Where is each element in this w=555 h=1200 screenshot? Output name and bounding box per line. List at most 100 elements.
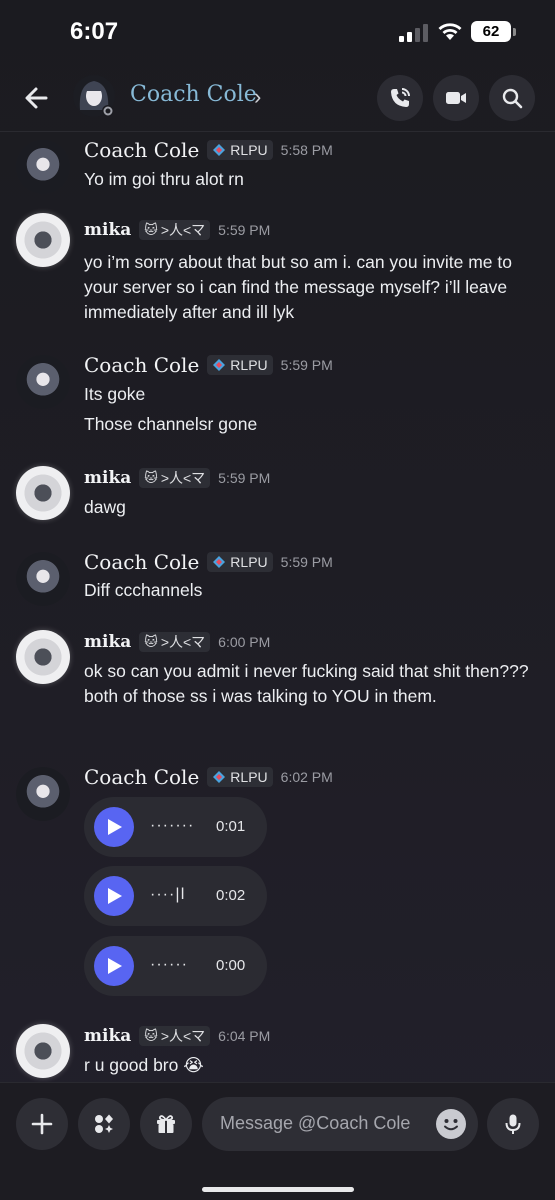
timestamp: 6:00 PM [218, 634, 271, 650]
status-bar: 6:07 62 [0, 0, 555, 64]
apps-icon [95, 1114, 113, 1133]
cat-icon: 🐱 [144, 1028, 158, 1043]
timestamp: 5:59 PM [280, 357, 333, 373]
guild-tag-label: >人<マ [160, 470, 206, 486]
header-avatar[interactable] [72, 74, 116, 118]
message-text[interactable]: ok so can you admit i never fucking said… [84, 659, 539, 709]
message-input-placeholder: Message @Coach Cole [220, 1113, 411, 1133]
cat-icon: 🐱 [144, 634, 158, 649]
emoji-button[interactable] [436, 1109, 466, 1139]
waveform[interactable]: ····|ǀ [150, 886, 186, 906]
guild-tag[interactable]: RLPU [207, 140, 273, 160]
message-text[interactable]: r u good bro 😭 [84, 1053, 539, 1078]
play-icon [108, 958, 122, 974]
message-input[interactable]: Message @Coach Cole [202, 1097, 478, 1151]
microphone-icon [505, 1114, 521, 1134]
timestamp: 5:59 PM [218, 222, 271, 238]
message-text[interactable]: Its goke [84, 382, 539, 407]
emoji-icon [444, 1119, 458, 1131]
guild-tag[interactable]: RLPU [207, 355, 273, 375]
timestamp: 5:59 PM [280, 554, 333, 570]
avatar[interactable] [16, 552, 70, 606]
voice-duration: 0:01 [216, 818, 246, 835]
voice-duration: 0:02 [216, 887, 246, 904]
message-text[interactable]: Those channelsr gone [84, 412, 539, 437]
waveform[interactable]: ······· [150, 817, 194, 837]
avatar[interactable] [16, 466, 70, 520]
guild-tag-label: >人<マ [160, 1028, 206, 1044]
avatar[interactable] [16, 140, 70, 194]
call-icon [391, 88, 410, 107]
apps-button[interactable] [78, 1098, 130, 1150]
guild-tag-label: >人<マ [160, 222, 206, 238]
call-button[interactable] [377, 75, 423, 121]
add-attachment-button[interactable] [16, 1098, 68, 1150]
message-author[interactable]: mika [84, 1026, 131, 1046]
avatar[interactable] [16, 767, 70, 821]
plus-icon [31, 1113, 53, 1135]
guild-tag[interactable]: 🐱 >人<マ [139, 1026, 211, 1046]
search-button[interactable] [489, 75, 535, 121]
search-icon [502, 88, 523, 109]
voice-duration: 0:00 [216, 957, 246, 974]
rl-logo-icon [213, 144, 226, 156]
guild-tag[interactable]: RLPU [207, 767, 273, 787]
guild-tag[interactable]: 🐱 >人<マ [139, 468, 211, 488]
guild-tag[interactable]: 🐱 >人<マ [139, 220, 211, 240]
message-text[interactable]: dawg [84, 495, 539, 520]
voice-record-button[interactable] [487, 1098, 539, 1150]
timestamp: 6:04 PM [218, 1028, 271, 1044]
message-text[interactable]: Yo im goi thru alot rn [84, 167, 539, 192]
avatar[interactable] [16, 213, 70, 267]
message-author[interactable]: Coach Cole [84, 353, 199, 377]
conversation-title[interactable]: Coach Cole [130, 82, 257, 107]
message-author[interactable]: Coach Cole [84, 138, 199, 162]
battery-icon: 62 [471, 21, 511, 42]
rl-logo-icon [213, 359, 226, 371]
video-icon [446, 92, 466, 104]
voice-message[interactable]: ······ 0:00 [84, 936, 267, 996]
gift-button[interactable] [140, 1098, 192, 1150]
wifi-icon [438, 23, 462, 40]
rl-logo-icon [213, 771, 226, 783]
cat-icon: 🐱 [144, 470, 158, 485]
status-time: 6:07 [70, 18, 119, 45]
waveform[interactable]: ······ [150, 956, 188, 976]
back-arrow-icon[interactable] [20, 81, 54, 115]
message-author[interactable]: Coach Cole [84, 765, 199, 789]
video-button[interactable] [433, 75, 479, 121]
voice-message[interactable]: ······· 0:01 [84, 797, 267, 857]
play-icon [108, 888, 122, 904]
voice-message[interactable]: ····|ǀ 0:02 [84, 866, 267, 926]
guild-tag-label: RLPU [230, 554, 268, 570]
avatar[interactable] [16, 630, 70, 684]
guild-tag[interactable]: 🐱 >人<マ [139, 632, 211, 652]
signal-icon [399, 24, 428, 42]
play-button[interactable] [94, 946, 134, 986]
message-author[interactable]: mika [84, 468, 131, 488]
rl-logo-icon [213, 556, 226, 568]
avatar[interactable] [16, 1024, 70, 1078]
avatar[interactable] [16, 355, 70, 409]
message-text[interactable]: yo i’m sorry about that but so am i. can… [84, 250, 539, 325]
guild-tag-label: RLPU [230, 142, 268, 158]
guild-tag-label: RLPU [230, 357, 268, 373]
message-author[interactable]: mika [84, 632, 131, 652]
play-button[interactable] [94, 807, 134, 847]
chat-header: Coach Cole › [0, 64, 555, 132]
timestamp: 5:59 PM [218, 470, 271, 486]
chevron-right-icon[interactable]: › [254, 84, 261, 110]
message-author[interactable]: mika [84, 220, 131, 240]
timestamp: 6:02 PM [280, 769, 333, 785]
home-indicator[interactable] [202, 1187, 354, 1192]
guild-tag[interactable]: RLPU [207, 552, 273, 572]
message-author[interactable]: Coach Cole [84, 550, 199, 574]
message-text[interactable]: Diff ccchannels [84, 578, 539, 603]
battery-tip [513, 28, 516, 36]
play-button[interactable] [94, 876, 134, 916]
guild-tag-label: >人<マ [160, 634, 206, 650]
cat-icon: 🐱 [144, 222, 158, 237]
play-icon [108, 819, 122, 835]
composer-bar: Message @Coach Cole [0, 1082, 555, 1200]
gift-icon [157, 1115, 175, 1133]
